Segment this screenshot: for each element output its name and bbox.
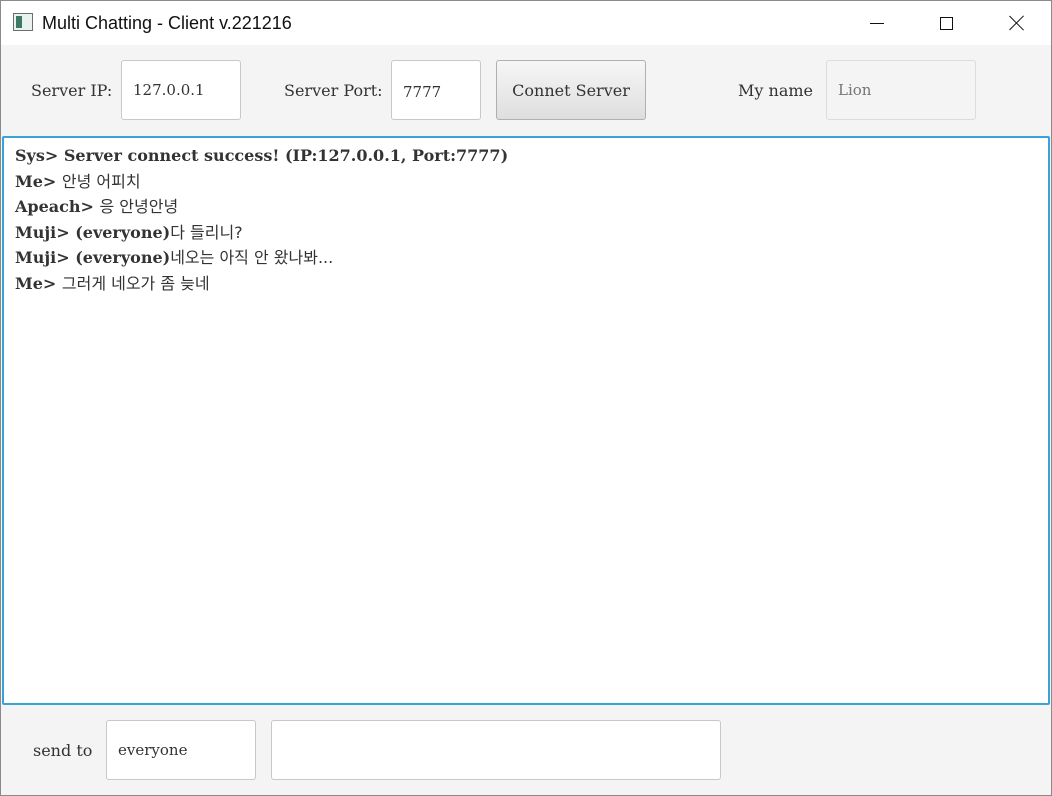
message-sender: Me> <box>15 171 62 191</box>
chat-log[interactable]: Sys> Server connect success! (IP:127.0.0… <box>2 136 1050 705</box>
app-icon <box>13 13 33 31</box>
connect-server-button[interactable]: Connet Server <box>496 60 646 120</box>
window-title: Multi Chatting - Client v.221216 <box>42 13 292 33</box>
chat-message: Me> 그러게 네오가 좀 늦네 <box>15 271 1037 297</box>
send-to-label: send to <box>33 741 93 760</box>
my-name-input <box>826 60 976 120</box>
message-text: Server connect success! (IP:127.0.0.1, P… <box>63 146 509 165</box>
message-text: 안녕 어피치 <box>61 171 141 191</box>
server-ip-input[interactable] <box>121 60 241 120</box>
message-text: 다 들리니? <box>170 222 243 242</box>
chat-message: Apeach> 응 안녕안녕 <box>15 194 1037 220</box>
server-port-label: Server Port: <box>284 81 383 100</box>
close-icon <box>1009 15 1025 31</box>
message-text: 응 안녕안녕 <box>99 197 179 216</box>
message-recipient: (everyone) <box>75 222 171 242</box>
message-sender: Me> <box>15 273 62 293</box>
message-recipient: (everyone) <box>75 248 171 267</box>
minimize-button[interactable] <box>854 1 900 45</box>
chat-message: Muji> (everyone)네오는 아직 안 왔나봐... <box>15 245 1037 271</box>
maximize-button[interactable] <box>923 1 969 45</box>
minimize-icon <box>870 22 884 24</box>
title-bar[interactable]: Multi Chatting - Client v.221216 <box>1 1 1051 45</box>
close-button[interactable] <box>994 1 1040 45</box>
send-to-input[interactable] <box>106 720 256 780</box>
app-window: Multi Chatting - Client v.221216 Server … <box>0 0 1052 796</box>
chat-message: Sys> Server connect success! (IP:127.0.0… <box>15 143 1037 169</box>
maximize-icon <box>939 16 953 30</box>
message-sender: Muji> <box>15 222 76 242</box>
server-ip-label: Server IP: <box>31 81 113 100</box>
message-sender: Apeach> <box>15 197 100 216</box>
message-text: 그러게 네오가 좀 늦네 <box>61 273 210 293</box>
message-text: 네오는 아직 안 왔나봐... <box>170 248 334 267</box>
message-sender: Muji> <box>15 248 76 267</box>
my-name-label: My name <box>738 81 813 100</box>
message-sender: Sys> <box>15 146 64 165</box>
chat-message: Muji> (everyone)다 들리니? <box>15 220 1037 246</box>
message-input[interactable] <box>271 720 721 780</box>
server-port-input[interactable] <box>391 60 481 120</box>
chat-message: Me> 안녕 어피치 <box>15 169 1037 195</box>
